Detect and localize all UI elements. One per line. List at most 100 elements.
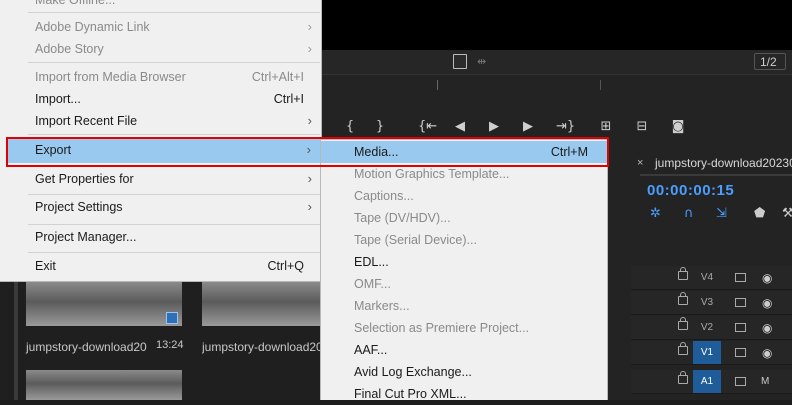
menu-separator bbox=[28, 224, 320, 225]
lock-icon[interactable] bbox=[678, 371, 688, 384]
lock-icon[interactable] bbox=[678, 342, 688, 355]
submenu-item-captions[interactable]: Captions... bbox=[321, 185, 607, 207]
timeline-tab[interactable]: jumpstory-download202306 bbox=[655, 156, 792, 170]
submenu-item-label: Tape (DV/HDV)... bbox=[354, 211, 451, 225]
submenu-item-edl[interactable]: EDL... bbox=[321, 251, 607, 273]
eye-icon[interactable]: ◉ bbox=[762, 321, 772, 335]
mark-in-icon[interactable]: { bbox=[342, 112, 358, 142]
settings-icon[interactable] bbox=[453, 54, 467, 69]
sync-lock-icon[interactable] bbox=[735, 348, 746, 357]
step-back-icon[interactable]: ◀ bbox=[452, 112, 468, 142]
submenu-item-markers[interactable]: Markers... bbox=[321, 295, 607, 317]
step-forward-icon[interactable]: ▶ bbox=[520, 112, 536, 142]
eye-icon[interactable]: ◉ bbox=[762, 271, 772, 285]
linked-selection-icon[interactable]: ∩ bbox=[684, 206, 694, 221]
scrollbar[interactable] bbox=[14, 282, 18, 400]
eye-icon[interactable]: ◉ bbox=[762, 296, 772, 310]
wrench-icon[interactable]: ⚒ bbox=[782, 206, 792, 221]
menu-item-get-properties-for[interactable]: Get Properties for › bbox=[0, 168, 321, 190]
submenu-item-label: AAF... bbox=[354, 343, 388, 357]
submenu-arrow-icon: › bbox=[307, 171, 312, 186]
submenu-item-label: Final Cut Pro XML... bbox=[354, 387, 467, 401]
submenu-item-tape-dv-hdv[interactable]: Tape (DV/HDV)... bbox=[321, 207, 607, 229]
file-menu: Make Offline... Adobe Dynamic Link › Adobe… bbox=[0, 0, 322, 282]
menu-item-label: Project Manager... bbox=[35, 230, 137, 244]
program-monitor-scrub-bar[interactable] bbox=[322, 74, 792, 113]
sync-lock-icon[interactable] bbox=[735, 298, 746, 307]
play-icon[interactable]: ▶ bbox=[486, 112, 502, 142]
submenu-item-omf[interactable]: OMF... bbox=[321, 273, 607, 295]
menu-separator bbox=[28, 62, 320, 63]
eye-icon[interactable]: ◉ bbox=[762, 346, 772, 360]
menu-item-adobe-story[interactable]: Adobe Story › bbox=[0, 38, 321, 60]
submenu-item-final-cut-pro-xml[interactable]: Final Cut Pro XML... bbox=[321, 383, 607, 405]
clip-thumbnail[interactable] bbox=[202, 282, 320, 326]
submenu-arrow-icon: › bbox=[307, 113, 312, 128]
clip-thumbnail[interactable] bbox=[26, 370, 182, 400]
clip-thumbnail[interactable] bbox=[26, 282, 182, 326]
submenu-item-label: Markers... bbox=[354, 299, 410, 313]
export-frame-icon[interactable]: ⇹ bbox=[477, 55, 486, 68]
menu-item-shortcut: Ctrl+I bbox=[273, 92, 304, 106]
menu-item-project-manager[interactable]: Project Manager... bbox=[0, 226, 321, 248]
add-marker-icon[interactable]: ⇲ bbox=[716, 206, 727, 221]
submenu-item-selection-as-premiere-project[interactable]: Selection as Premiere Project... bbox=[321, 317, 607, 339]
menu-item-label: Get Properties for bbox=[35, 172, 134, 186]
sync-lock-icon[interactable] bbox=[735, 323, 746, 332]
track-target-toggle[interactable]: A1 bbox=[693, 370, 721, 393]
close-tab-icon[interactable]: × bbox=[637, 157, 643, 169]
submenu-item-label: Media... bbox=[354, 145, 399, 159]
track-header[interactable]: A1 M bbox=[631, 370, 792, 394]
submenu-item-motion-graphics-template[interactable]: Motion Graphics Template... bbox=[321, 163, 607, 185]
track-header[interactable]: V4 ◉ bbox=[631, 266, 792, 290]
submenu-item-aaf[interactable]: AAF... bbox=[321, 339, 607, 361]
submenu-item-avid-log-exchange[interactable]: Avid Log Exchange... bbox=[321, 361, 607, 383]
sync-lock-icon[interactable] bbox=[735, 273, 746, 282]
menu-item-label: Import from Media Browser bbox=[35, 70, 186, 84]
menu-item-export[interactable]: Export › bbox=[8, 137, 320, 163]
submenu-item-label: Selection as Premiere Project... bbox=[354, 321, 530, 335]
export-submenu: Media... Ctrl+M Motion Graphics Template..… bbox=[320, 139, 608, 401]
menu-item-label: Adobe Dynamic Link bbox=[35, 20, 150, 34]
overwrite-icon[interactable]: ⊟ bbox=[634, 112, 650, 142]
track-target-toggle[interactable]: V2 bbox=[693, 316, 721, 339]
menu-item-import-from-media-browser[interactable]: Import from Media Browser Ctrl+Alt+I bbox=[0, 66, 321, 88]
sync-lock-icon[interactable] bbox=[735, 377, 746, 386]
menu-item-make-offline[interactable]: Make Offline... bbox=[0, 0, 321, 8]
submenu-arrow-icon: › bbox=[307, 19, 312, 34]
menu-item-adobe-dynamic-link[interactable]: Adobe Dynamic Link › bbox=[0, 16, 321, 38]
zoom-level-select[interactable]: 1/2 bbox=[754, 53, 786, 70]
mark-out-icon[interactable]: } bbox=[372, 112, 388, 142]
scrub-tick bbox=[600, 80, 601, 90]
menu-item-import-recent-file[interactable]: Import Recent File › bbox=[0, 110, 321, 132]
timeline-timecode[interactable]: 00:00:00:15 bbox=[647, 182, 734, 199]
track-header[interactable]: V3 ◉ bbox=[631, 291, 792, 315]
lock-icon[interactable] bbox=[678, 292, 688, 305]
go-to-out-icon[interactable]: ⇥} bbox=[556, 112, 575, 142]
submenu-arrow-icon: › bbox=[307, 41, 312, 56]
menu-item-exit[interactable]: Exit Ctrl+Q bbox=[0, 255, 321, 277]
submenu-item-tape-serial-device[interactable]: Tape (Serial Device)... bbox=[321, 229, 607, 251]
camera-icon[interactable]: ◙ bbox=[670, 112, 686, 142]
go-to-in-icon[interactable]: {⇤ bbox=[418, 112, 437, 142]
menu-separator bbox=[28, 12, 320, 13]
lock-icon[interactable] bbox=[678, 267, 688, 280]
playhead-marker-icon bbox=[437, 80, 438, 90]
track-target-toggle[interactable]: V4 bbox=[693, 266, 721, 289]
submenu-item-media[interactable]: Media... Ctrl+M bbox=[321, 141, 607, 163]
marker-icon[interactable]: ⬟ bbox=[754, 206, 765, 221]
track-target-toggle[interactable]: V3 bbox=[693, 291, 721, 314]
snap-icon[interactable]: ✲ bbox=[650, 206, 661, 221]
program-monitor-controls bbox=[322, 50, 792, 74]
menu-item-import[interactable]: Import... Ctrl+I bbox=[0, 88, 321, 110]
submenu-item-label: Tape (Serial Device)... bbox=[354, 233, 477, 247]
track-header[interactable]: V2 ◉ bbox=[631, 316, 792, 340]
track-target-toggle[interactable]: V1 bbox=[693, 341, 721, 364]
insert-icon[interactable]: ⊞ bbox=[598, 112, 614, 142]
track-header[interactable]: V1 ◉ bbox=[631, 341, 792, 365]
lock-icon[interactable] bbox=[678, 317, 688, 330]
mute-button[interactable]: M bbox=[761, 370, 769, 393]
menu-item-label: Export bbox=[35, 143, 72, 157]
menu-item-project-settings[interactable]: Project Settings › bbox=[0, 196, 321, 218]
menu-item-label: Import Recent File bbox=[35, 114, 138, 128]
